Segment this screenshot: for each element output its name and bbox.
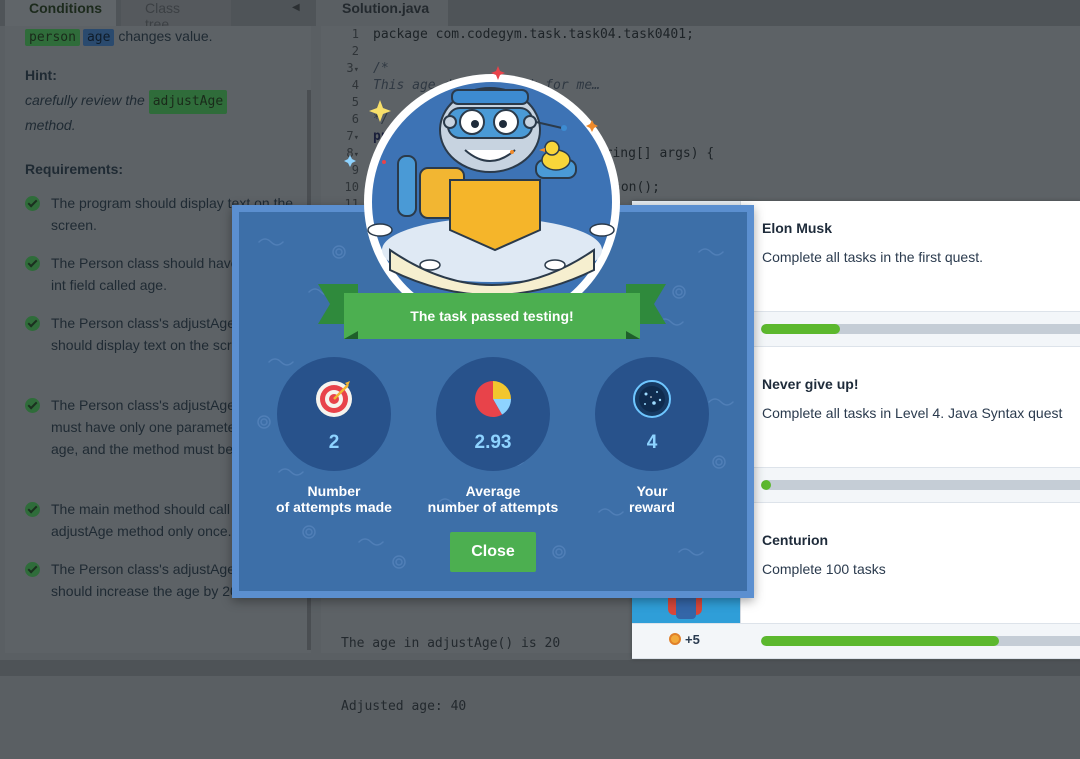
- condition-tail: person age changes value.: [25, 28, 213, 46]
- hint-text: carefully review the adjustAge method.: [25, 89, 305, 136]
- achievement-title: Centurion: [762, 532, 829, 548]
- condition-text: changes value.: [118, 28, 213, 44]
- check-circle-icon: [25, 398, 40, 413]
- stat-value: 4: [646, 432, 658, 453]
- stat-value: 2.93: [474, 432, 512, 453]
- stat-label-line: Number: [307, 483, 361, 499]
- stat-reward: 4 Your reward: [595, 357, 709, 515]
- line-number: 1: [351, 27, 359, 41]
- stat-circle: 2: [277, 357, 391, 471]
- stat-label: Number of attempts made: [244, 483, 424, 515]
- check-circle-icon: [25, 502, 40, 517]
- progress-bar: [761, 480, 1080, 490]
- console-line: Adjusted age: 40: [341, 699, 467, 714]
- target-icon: [316, 381, 352, 417]
- tab-solution-java[interactable]: Solution.java: [321, 0, 448, 26]
- pie-chart-icon: [475, 381, 511, 417]
- stat-label-line: number of attempts: [427, 499, 559, 515]
- close-button[interactable]: Close: [450, 532, 536, 572]
- hint-text-start: carefully review the: [25, 92, 145, 108]
- achievement-title: Elon Musk: [762, 220, 833, 236]
- stat-attempts: 2 Number of attempts made: [276, 357, 392, 515]
- achievement-card[interactable]: Never give up! Complete all tasks in Lev…: [632, 357, 1080, 503]
- editor-tab-bar: Solution.java: [321, 0, 1080, 26]
- reward-value: +5: [685, 632, 700, 647]
- mascot-robot-bath-illustration: [344, 66, 620, 300]
- progress-row: +5: [632, 623, 1080, 659]
- check-circle-icon: [25, 562, 40, 577]
- achievement-title: Never give up!: [762, 376, 859, 392]
- check-circle-icon: [25, 196, 40, 211]
- line-number: 2: [351, 44, 359, 58]
- code-pill-adjustage: adjustAge: [148, 90, 228, 114]
- left-tab-bar: Conditions Class tree ◀: [0, 0, 316, 32]
- check-circle-icon: [25, 316, 40, 331]
- progress-bar: [761, 324, 1080, 334]
- stat-label: Average number of attempts: [403, 483, 583, 515]
- stat-label-line: Your: [636, 483, 668, 499]
- task-passed-banner: The task passed testing!: [410, 308, 574, 324]
- achievement-card[interactable]: Elon Musk Complete all tasks in the firs…: [632, 201, 1080, 347]
- triangle-left-icon[interactable]: ◀: [292, 0, 300, 16]
- progress-fill: [761, 324, 841, 334]
- hint-title: Hint:: [25, 67, 57, 83]
- tab-class-tree[interactable]: Class tree: [121, 0, 231, 32]
- hint-text-end: method.: [25, 117, 76, 133]
- code-pill-age: age: [82, 29, 115, 46]
- stat-circle: 4: [595, 357, 709, 471]
- stat-label: Your reward: [562, 483, 742, 515]
- check-circle-icon: [25, 256, 40, 271]
- stat-circle: 2.93: [436, 357, 550, 471]
- progress-fill: [761, 636, 999, 646]
- progress-fill: [761, 480, 771, 490]
- dark-matter-icon: [633, 380, 671, 418]
- achievement-description: Complete 100 tasks: [762, 561, 886, 577]
- console-line: The age in adjustAge() is 20: [341, 636, 561, 651]
- stat-label-line: Average: [465, 483, 521, 499]
- status-strip: [0, 660, 1080, 676]
- stat-average-attempts: 2.93 Average number of attempts: [428, 357, 558, 515]
- stat-label-line: reward: [629, 499, 675, 515]
- stat-label-line: of attempts made: [276, 499, 392, 515]
- tab-conditions[interactable]: Conditions: [5, 0, 116, 26]
- achievement-reward: +5: [669, 632, 700, 647]
- stat-value: 2: [328, 432, 340, 453]
- achievement-description: Complete all tasks in Level 4. Java Synt…: [762, 405, 1063, 421]
- code-pill-person: person: [25, 29, 80, 46]
- progress-bar: [761, 636, 1080, 646]
- code-line: package com.codegym.task.task04.task0401…: [373, 27, 694, 42]
- requirements-title: Requirements:: [25, 161, 124, 177]
- medal-icon: [669, 633, 681, 645]
- achievement-card[interactable]: Centurion Complete 100 tasks +5: [632, 513, 1080, 659]
- achievement-description: Complete all tasks in the first quest.: [762, 249, 983, 265]
